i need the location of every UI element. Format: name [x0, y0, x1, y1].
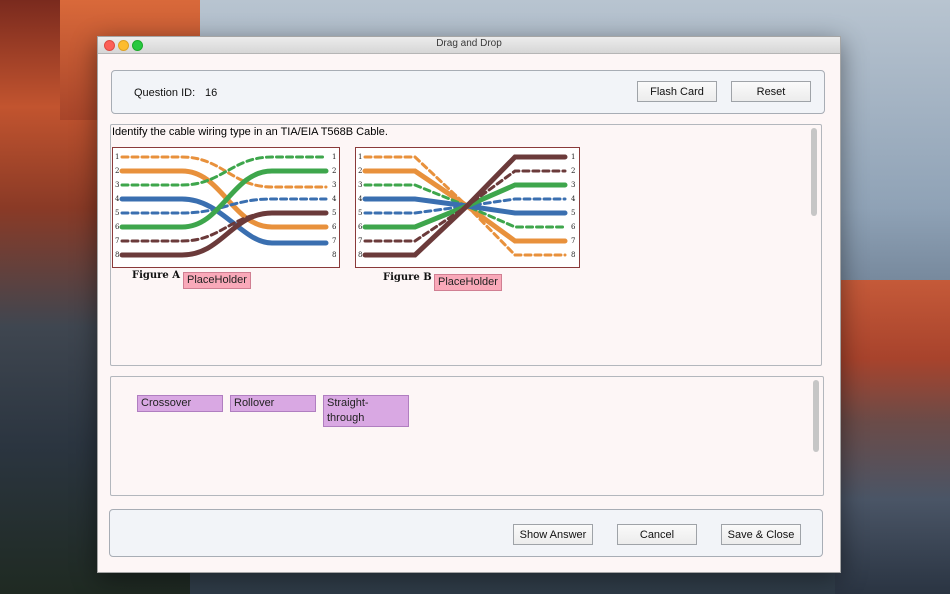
fig-b-right-pin-6: 6 — [571, 223, 576, 231]
fig-b-left-pin-6: 6 — [358, 223, 363, 231]
header-panel: Question ID: 16 Flash Card Reset — [111, 70, 825, 114]
fig-b-right-pin-2: 2 — [571, 167, 575, 175]
figure-b-wiring-diagram: 1 2 3 4 5 6 7 8 1 2 3 4 5 6 7 8 — [355, 147, 580, 268]
question-text: Identify the cable wiring type in an TIA… — [112, 126, 388, 138]
fig-a-left-pin-2: 2 — [115, 167, 119, 175]
reset-button[interactable]: Reset — [731, 81, 811, 102]
window-title: Drag and Drop — [436, 38, 502, 49]
fig-b-right-pin-1: 1 — [571, 153, 575, 161]
answer-options-pane: Crossover Rollover Straight-through — [110, 376, 824, 496]
fig-b-right-pin-3: 3 — [571, 181, 575, 189]
option-crossover[interactable]: Crossover — [137, 395, 223, 412]
fig-a-right-pin-8: 8 — [332, 251, 336, 259]
cancel-button[interactable]: Cancel — [617, 524, 697, 545]
show-answer-button[interactable]: Show Answer — [513, 524, 593, 545]
fig-a-right-pin-6: 6 — [332, 223, 337, 231]
drag-and-drop-window: Drag and Drop Question ID: 16 Flash Card… — [97, 36, 841, 573]
fig-a-right-pin-4: 4 — [332, 195, 337, 203]
question-scrollbar[interactable] — [811, 128, 817, 216]
fig-b-left-pin-7: 7 — [358, 237, 362, 245]
save-close-button[interactable]: Save & Close — [721, 524, 801, 545]
fig-a-left-pin-5: 5 — [115, 209, 119, 217]
figure-a-label: Figure A : — [132, 270, 188, 281]
fig-a-left-pin-4: 4 — [115, 195, 120, 203]
fig-b-left-pin-8: 8 — [358, 251, 362, 259]
fig-a-left-pin-7: 7 — [115, 237, 119, 245]
flash-card-button[interactable]: Flash Card — [637, 81, 717, 102]
option-straight-through[interactable]: Straight-through — [323, 395, 409, 427]
figure-b-label: Figure B : — [383, 272, 439, 283]
fig-a-left-pin-6: 6 — [115, 223, 120, 231]
fig-b-right-pin-5: 5 — [571, 209, 575, 217]
title-bar[interactable]: Drag and Drop — [98, 37, 840, 54]
fig-b-right-pin-8: 8 — [571, 251, 575, 259]
question-id-value: 16 — [205, 87, 218, 99]
fig-b-left-pin-2: 2 — [358, 167, 362, 175]
fig-b-left-pin-4: 4 — [358, 195, 363, 203]
fig-a-right-pin-5: 5 — [332, 209, 336, 217]
fig-a-right-pin-7: 7 — [332, 237, 336, 245]
fig-a-left-pin-3: 3 — [115, 181, 119, 189]
figure-b-drop-target[interactable]: PlaceHolder — [434, 274, 502, 291]
fig-b-left-pin-1: 1 — [358, 153, 362, 161]
figure-a-drop-target[interactable]: PlaceHolder — [183, 272, 251, 289]
option-rollover[interactable]: Rollover — [230, 395, 316, 412]
fig-a-right-pin-2: 2 — [332, 167, 336, 175]
fig-b-right-pin-7: 7 — [571, 237, 575, 245]
desktop-cliff-right — [835, 280, 950, 594]
question-id-label: Question ID: — [134, 87, 196, 99]
fig-a-left-pin-8: 8 — [115, 251, 119, 259]
fig-a-right-pin-3: 3 — [332, 181, 336, 189]
fig-b-right-pin-4: 4 — [571, 195, 576, 203]
fig-b-left-pin-3: 3 — [358, 181, 362, 189]
fig-b-left-pin-5: 5 — [358, 209, 362, 217]
footer-panel: Show Answer Cancel Save & Close — [109, 509, 823, 557]
fig-a-left-pin-1: 1 — [115, 153, 119, 161]
answers-scrollbar[interactable] — [813, 380, 819, 452]
figure-a-wiring-diagram: 1 2 3 4 5 6 7 8 1 2 3 4 5 6 7 8 — [112, 147, 340, 268]
fig-a-right-pin-1: 1 — [332, 153, 336, 161]
